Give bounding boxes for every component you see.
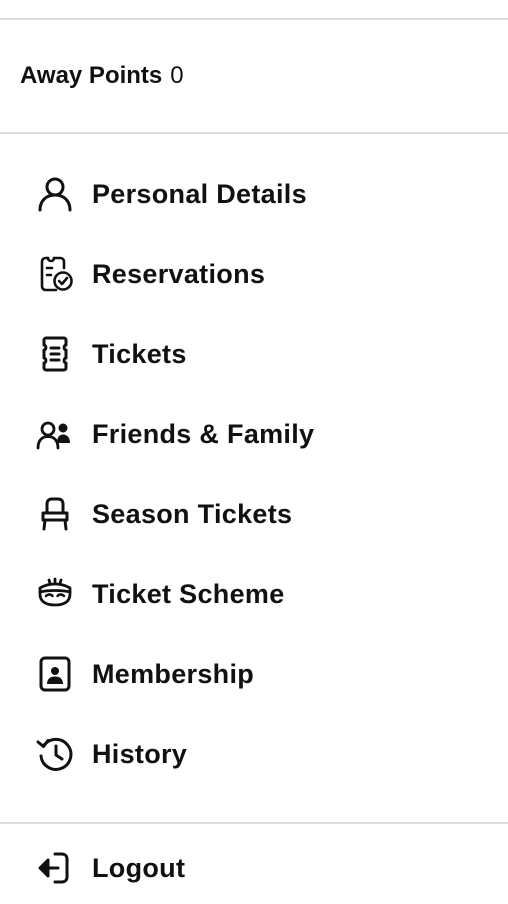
logout-button[interactable]: Logout bbox=[0, 836, 508, 900]
mask-icon bbox=[35, 574, 75, 614]
menu-item-label: Reservations bbox=[92, 258, 266, 289]
top-divider bbox=[0, 18, 508, 20]
menu-item-label: Ticket Scheme bbox=[92, 578, 285, 609]
menu-item-label: Tickets bbox=[92, 338, 187, 369]
menu-item-ticket-scheme[interactable]: Ticket Scheme bbox=[0, 562, 508, 626]
menu-item-label: History bbox=[92, 738, 188, 769]
menu-item-membership[interactable]: Membership bbox=[0, 642, 508, 706]
users-icon bbox=[35, 414, 75, 454]
history-icon bbox=[35, 734, 75, 774]
person-icon bbox=[35, 174, 75, 214]
logout-label: Logout bbox=[92, 852, 186, 883]
logout-divider bbox=[0, 822, 508, 824]
away-points-value: 0 bbox=[170, 62, 184, 89]
clipboard-check-icon bbox=[35, 254, 75, 294]
away-points-label: Away Points bbox=[20, 62, 163, 89]
menu-item-label: Season Tickets bbox=[92, 498, 293, 529]
away-points: Away Points 0 bbox=[20, 60, 184, 92]
menu-item-label: Friends & Family bbox=[92, 418, 315, 449]
id-card-icon bbox=[35, 654, 75, 694]
points-divider bbox=[0, 132, 508, 134]
menu-item-history[interactable]: History bbox=[0, 722, 508, 786]
menu-item-tickets[interactable]: Tickets bbox=[0, 322, 508, 386]
menu-item-personal-details[interactable]: Personal Details bbox=[0, 162, 508, 226]
menu-item-label: Membership bbox=[92, 658, 255, 689]
ticket-icon bbox=[35, 334, 75, 374]
seat-icon bbox=[35, 494, 75, 534]
logout-icon bbox=[35, 848, 75, 888]
menu-item-label: Personal Details bbox=[92, 178, 307, 209]
menu-item-reservations[interactable]: Reservations bbox=[0, 242, 508, 306]
menu-item-season-tickets[interactable]: Season Tickets bbox=[0, 482, 508, 546]
menu-item-friends-family[interactable]: Friends & Family bbox=[0, 402, 508, 466]
